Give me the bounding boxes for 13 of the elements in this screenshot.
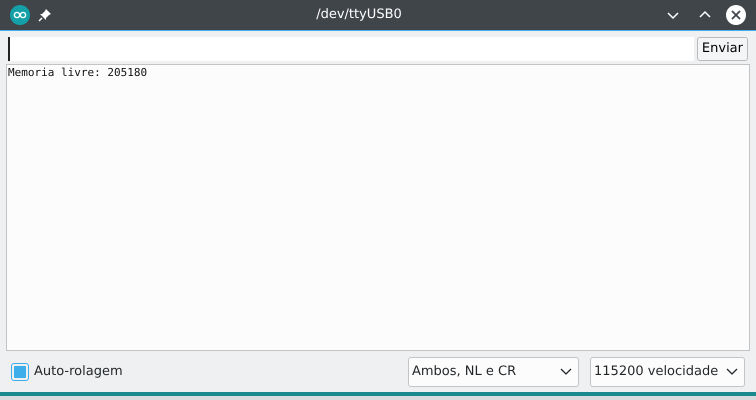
chevron-down-icon <box>560 368 572 376</box>
window-title: /dev/ttyUSB0 <box>316 6 402 24</box>
app-logo-icon <box>10 5 30 25</box>
pin-icon[interactable] <box>38 8 52 22</box>
chevron-down-icon <box>726 368 738 376</box>
line-ending-dropdown[interactable]: Ambos, NL e CR <box>408 356 579 386</box>
close-icon[interactable] <box>726 5 746 25</box>
send-button[interactable]: Enviar <box>696 36 748 60</box>
baud-rate-dropdown[interactable]: 115200 velocidade <box>590 356 745 386</box>
checkbox[interactable] <box>11 362 29 380</box>
output-line: Memoria livre: 205180 <box>8 66 148 80</box>
checkbox-label: Auto-rolagem <box>34 362 123 381</box>
input-field[interactable] <box>8 36 694 60</box>
